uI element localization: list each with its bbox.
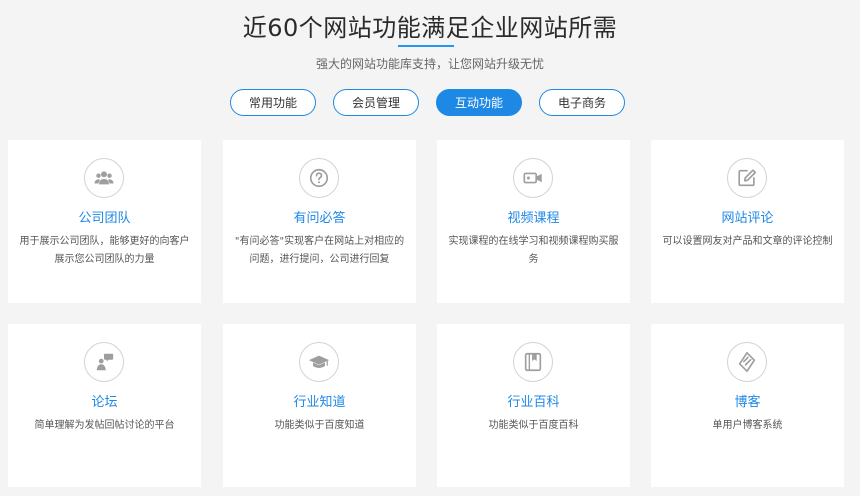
tab-member-management[interactable]: 会员管理	[333, 89, 419, 116]
card-title: 博客	[734, 395, 761, 410]
video-camera-icon	[513, 158, 553, 198]
card-description: 功能类似于百度百科	[447, 417, 620, 435]
card-description: 功能类似于百度知道	[233, 417, 406, 435]
card-desc-line: 问题，进行提问，公司进行回复	[249, 254, 390, 265]
page-title: 近60个网站功能满足企业网站所需	[242, 14, 618, 42]
tab-interactive-features[interactable]: 互动功能	[436, 89, 522, 116]
tab-common-features[interactable]: 常用功能	[230, 89, 316, 116]
card-description: 实现课程的在线学习和视频课程购买服 务	[447, 233, 620, 269]
feature-card-industry-wiki[interactable]: 行业百科 功能类似于百度百科	[437, 324, 630, 487]
card-desc-line: 可以设置网友对产品和文章的评论控制	[662, 236, 833, 247]
feature-card-forum[interactable]: 论坛 简单理解为发帖回帖讨论的平台	[8, 324, 201, 487]
card-desc-line: 单用户博客系统	[712, 420, 783, 431]
feature-card-qa[interactable]: 有问必答 "有问必答"实现客户在网站上对相应的 问题，进行提问，公司进行回复	[223, 140, 416, 303]
team-icon	[84, 158, 124, 198]
card-desc-line: 功能类似于百度百科	[488, 420, 579, 431]
feature-card-video-course[interactable]: 视频课程 实现课程的在线学习和视频课程购买服 务	[437, 140, 630, 303]
feature-tabs: 常用功能 会员管理 互动功能 电子商务	[230, 89, 625, 116]
card-desc-line: "有问必答"实现客户在网站上对相应的	[234, 236, 405, 247]
feature-card-site-comments[interactable]: 网站评论 可以设置网友对产品和文章的评论控制	[651, 140, 844, 303]
card-title: 行业百科	[507, 395, 560, 410]
feature-card-blog[interactable]: 博客 单用户博客系统	[651, 324, 844, 487]
card-desc-line: 务	[528, 254, 539, 265]
edit-icon	[727, 158, 767, 198]
blog-icon	[727, 342, 767, 382]
card-desc-line: 展示您公司团队的力量	[54, 254, 155, 265]
card-desc-line: 实现课程的在线学习和视频课程购买服	[448, 236, 619, 247]
card-desc-line: 用于展示公司团队，能够更好的向客户	[19, 236, 190, 247]
tab-ecommerce[interactable]: 电子商务	[539, 89, 625, 116]
card-title: 有问必答	[293, 211, 346, 226]
card-desc-line: 功能类似于百度知道	[274, 420, 365, 431]
graduation-cap-icon	[299, 342, 339, 382]
card-title: 视频课程	[507, 211, 560, 226]
card-description: 可以设置网友对产品和文章的评论控制	[661, 233, 834, 251]
feature-card-industry-know[interactable]: 行业知道 功能类似于百度知道	[223, 324, 416, 487]
book-icon	[513, 342, 553, 382]
card-title: 论坛	[91, 395, 118, 410]
card-title: 行业知道	[293, 395, 346, 410]
feature-card-company-team[interactable]: 公司团队 用于展示公司团队，能够更好的向客户 展示您公司团队的力量	[8, 140, 201, 303]
forum-user-icon	[84, 342, 124, 382]
card-description: "有问必答"实现客户在网站上对相应的 问题，进行提问，公司进行回复	[233, 233, 406, 269]
card-description: 单用户博客系统	[661, 417, 834, 435]
card-description: 简单理解为发帖回帖讨论的平台	[18, 417, 191, 435]
card-title: 公司团队	[78, 211, 131, 226]
card-desc-line: 简单理解为发帖回帖讨论的平台	[34, 420, 175, 431]
card-title: 网站评论	[721, 211, 774, 226]
card-description: 用于展示公司团队，能够更好的向客户 展示您公司团队的力量	[18, 233, 191, 269]
title-underline	[398, 45, 454, 47]
question-icon	[299, 158, 339, 198]
page-subtitle: 强大的网站功能库支持，让您网站升级无忧	[315, 57, 544, 71]
